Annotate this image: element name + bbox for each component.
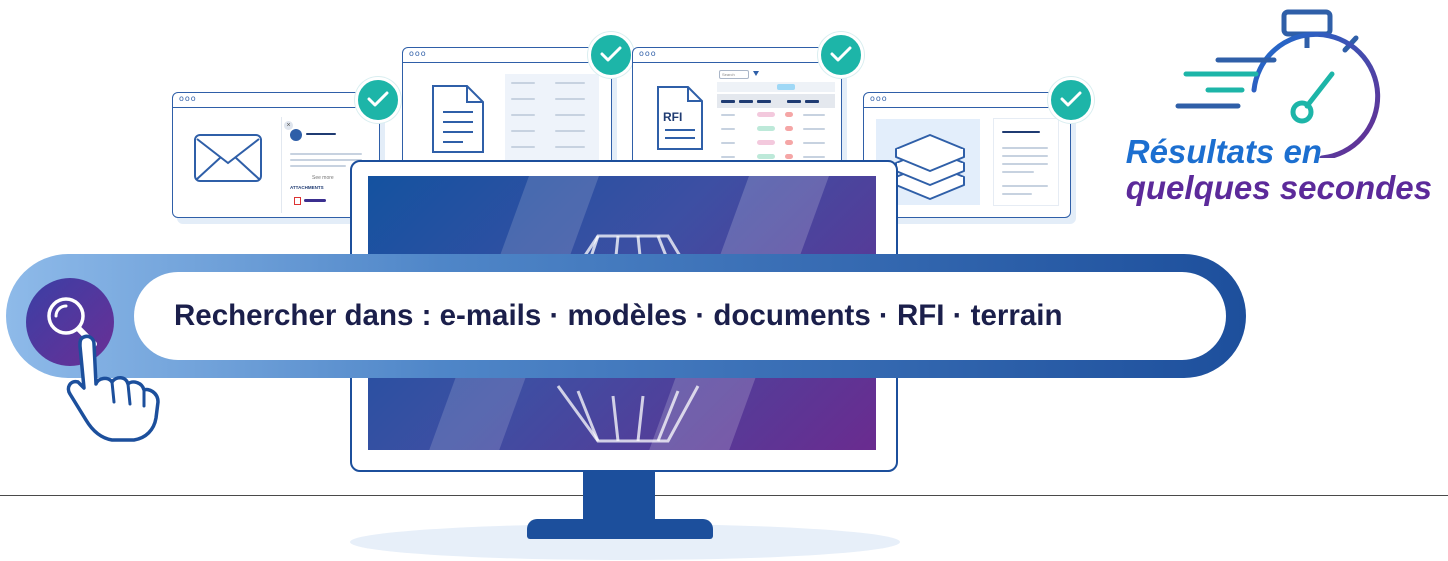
- filter-icon: [753, 71, 759, 76]
- monitor-stand-neck: [583, 469, 655, 524]
- tagline: Résultats en quelques secondes: [1126, 134, 1432, 206]
- search-bar[interactable]: Rechercher dans : e-mails · modèles · do…: [6, 254, 1246, 378]
- pdf-icon: [294, 197, 301, 205]
- window-dots: ooo: [179, 94, 197, 103]
- ground-line: [0, 495, 1448, 496]
- avatar: [290, 129, 302, 141]
- check-icon: [588, 32, 634, 78]
- envelope-icon: [194, 134, 262, 182]
- check-icon: [818, 32, 864, 78]
- check-icon: [355, 77, 401, 123]
- close-icon: ×: [284, 121, 293, 130]
- see-more-link: See more: [312, 175, 334, 181]
- rfi-search-input: Search: [719, 70, 749, 79]
- tagline-line-1: Résultats en: [1125, 133, 1322, 170]
- email-window: ooo × See more ATTACHMENTS: [172, 92, 380, 218]
- pointer-hand-icon: [66, 334, 160, 442]
- window-dots: ooo: [639, 49, 657, 58]
- window-dots: ooo: [409, 49, 427, 58]
- model-details-panel: [994, 119, 1058, 205]
- tagline-line-2: quelques secondes: [1125, 169, 1432, 206]
- attachments-label: ATTACHMENTS: [290, 185, 324, 190]
- rfi-badge: RFI: [663, 110, 683, 124]
- search-label: Rechercher dans : e-mails · modèles · do…: [174, 299, 1063, 332]
- monitor-stand-base: [527, 519, 713, 539]
- document-icon: [432, 85, 484, 153]
- layers-icon: [895, 134, 965, 200]
- search-field[interactable]: Rechercher dans : e-mails · modèles · do…: [134, 272, 1226, 360]
- window-dots: ooo: [870, 94, 888, 103]
- check-icon: [1048, 77, 1094, 123]
